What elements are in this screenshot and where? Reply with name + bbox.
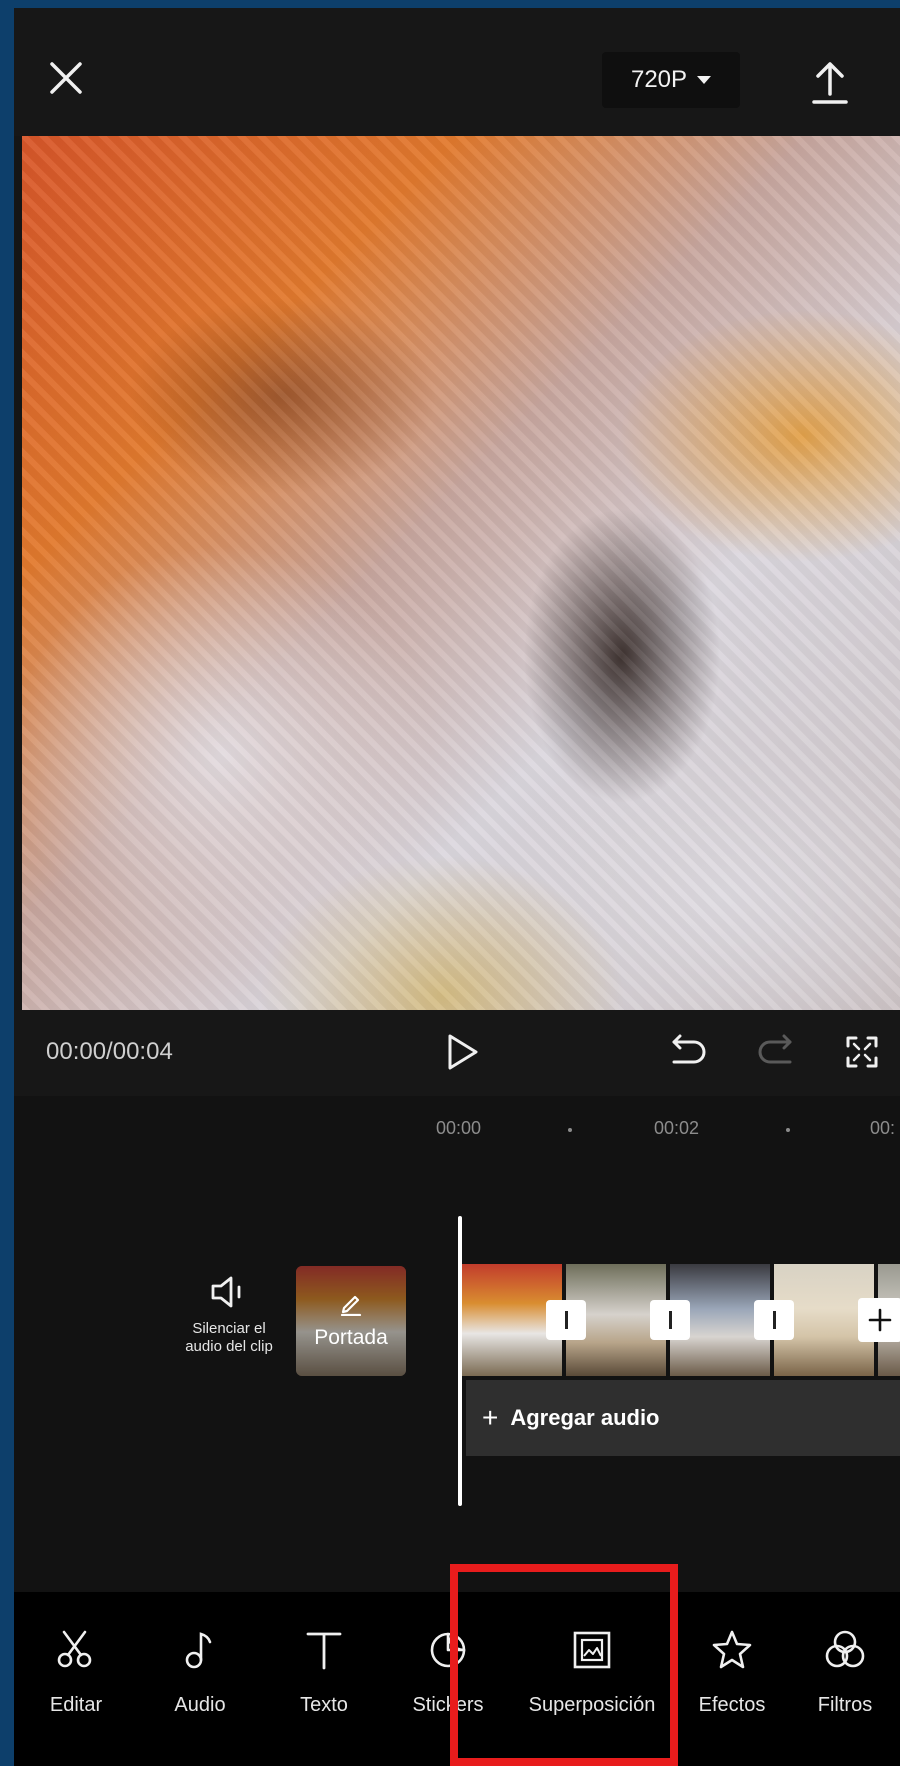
playback-bar: 00:00/00:04 (14, 1010, 900, 1096)
undo-icon (672, 1034, 706, 1064)
tool-label: Editar (49, 1694, 103, 1716)
export-button[interactable] (810, 58, 850, 106)
tool-efectos[interactable]: Efectos (674, 1592, 790, 1766)
fullscreen-button[interactable] (844, 1034, 880, 1070)
overlay-icon (570, 1628, 614, 1672)
video-preview[interactable] (22, 136, 900, 1010)
text-icon (302, 1628, 346, 1672)
scissors-icon (54, 1628, 98, 1672)
close-button[interactable] (46, 58, 86, 98)
video-clip-track[interactable] (462, 1264, 900, 1376)
plus-icon: + (482, 1402, 499, 1433)
tool-stickers[interactable]: Stickers (386, 1592, 510, 1766)
tool-editar[interactable]: Editar (14, 1592, 138, 1766)
tool-label: Superposición (528, 1694, 656, 1716)
sticker-icon (426, 1628, 470, 1672)
tool-label: Audio (174, 1694, 226, 1716)
add-audio-button[interactable]: + Agregar audio (466, 1380, 900, 1456)
mute-clip-audio-label: Silenciar el audio del clip (185, 1320, 273, 1355)
mute-clip-audio-button[interactable]: Silenciar el audio del clip (164, 1274, 294, 1356)
ruler-dot (786, 1128, 790, 1132)
tool-label: Texto (300, 1694, 348, 1716)
top-bar: 720P (14, 8, 900, 136)
ruler-label: 00: (870, 1118, 896, 1138)
tool-texto[interactable]: Texto (262, 1592, 386, 1766)
speaker-icon (211, 1276, 241, 1308)
add-clip-button[interactable] (858, 1298, 900, 1342)
bottom-toolbar: Editar Audio Texto Stickers Superposició… (14, 1592, 900, 1766)
upload-icon (812, 62, 848, 104)
cover-label: Portada (314, 1326, 388, 1349)
timeline: 00:00 00:02 00: Silenciar el audio del c… (14, 1096, 900, 1592)
tool-label: Filtros (817, 1694, 873, 1716)
ruler-label: 00:02 (654, 1118, 700, 1138)
tool-audio[interactable]: Audio (138, 1592, 262, 1766)
transition-button[interactable] (650, 1300, 690, 1340)
tool-superposicion[interactable]: Superposición (510, 1592, 674, 1766)
caret-down-icon (697, 76, 712, 84)
resolution-dropdown[interactable]: 720P (602, 52, 740, 108)
redo-icon (758, 1034, 792, 1064)
close-icon (50, 62, 82, 94)
resolution-value: 720P (630, 66, 688, 93)
play-button[interactable] (442, 1030, 482, 1074)
music-note-icon (178, 1628, 222, 1672)
timecode: 00:00/00:04 (46, 1038, 173, 1065)
undo-button[interactable] (668, 1034, 708, 1070)
pencil-icon (340, 1295, 362, 1316)
ruler-label: 00:00 (436, 1118, 482, 1138)
tool-label: Stickers (412, 1694, 484, 1716)
tool-filtros[interactable]: Filtros (790, 1592, 900, 1766)
tool-label: Efectos (698, 1694, 766, 1716)
filters-icon (823, 1628, 867, 1672)
video-editor-app: 720P 00:00/00:04 00:00 00:02 00: Silenci… (14, 8, 900, 1766)
transition-button[interactable] (754, 1300, 794, 1340)
add-audio-label: Agregar audio (510, 1405, 660, 1430)
plus-icon (868, 1308, 892, 1332)
redo-button[interactable] (756, 1034, 796, 1070)
fullscreen-icon (846, 1036, 878, 1068)
play-icon (448, 1034, 478, 1070)
cover-thumbnail-button[interactable]: Portada (296, 1266, 406, 1376)
cover-overlay (296, 1266, 406, 1376)
effects-star-icon (710, 1628, 754, 1672)
playhead[interactable] (458, 1216, 462, 1506)
ruler-dot (568, 1128, 572, 1132)
transition-button[interactable] (546, 1300, 586, 1340)
